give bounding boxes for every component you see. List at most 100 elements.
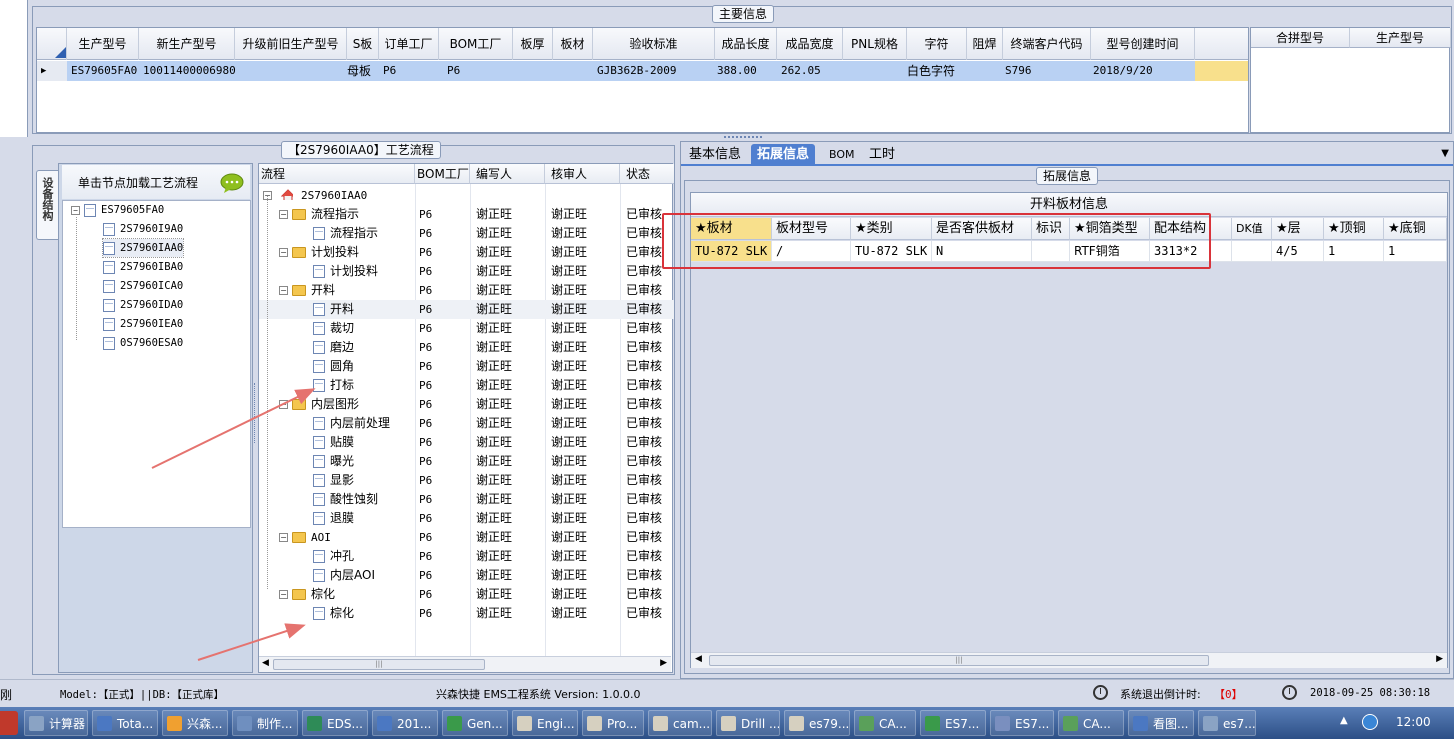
process-row[interactable]: 裁切 P6 谢正旺 谢正旺 已审核	[259, 319, 674, 338]
cell-new-model[interactable]: 10011400006980	[139, 61, 236, 81]
process-row[interactable]: − AOI P6 谢正旺 谢正旺 已审核	[259, 528, 674, 547]
tree-node[interactable]: 2S7960IEA0	[103, 315, 183, 333]
cell-standard[interactable]: GJB362B-2009	[593, 61, 676, 81]
process-row[interactable]: − 棕化 P6 谢正旺 谢正旺 已审核	[259, 585, 674, 604]
scroll-thumb[interactable]: |||	[709, 655, 1209, 666]
col-header[interactable]: 订单工厂	[379, 28, 439, 60]
tab-extended-info[interactable]: 拓展信息	[751, 144, 816, 166]
process-row[interactable]: − 流程指示 P6 谢正旺 谢正旺 已审核	[259, 205, 674, 224]
taskbar-app[interactable]: es7...	[1198, 710, 1256, 736]
process-row[interactable]: 流程指示 P6 谢正旺 谢正旺 已审核	[259, 224, 674, 243]
process-row[interactable]: 冲孔 P6 谢正旺 谢正旺 已审核	[259, 547, 674, 566]
process-row[interactable]: 贴膜 P6 谢正旺 谢正旺 已审核	[259, 433, 674, 452]
col-header[interactable]: 板材	[553, 28, 593, 60]
process-row[interactable]: − 计划投料 P6 谢正旺 谢正旺 已审核	[259, 243, 674, 262]
board-info-grid[interactable]: ★板材 板材型号 ★类别 是否客供板材 标识 ★铜箔类型 配本结构 DK值 ★层 ★顶铜 ★底铜 T…	[691, 218, 1447, 652]
process-row[interactable]: 打标 P6 谢正旺 谢正旺 已审核	[259, 376, 674, 395]
col-header[interactable]: 核审人	[545, 164, 620, 184]
taskbar-app[interactable]: CA...	[854, 710, 916, 736]
tab-dropdown-icon[interactable]: ▼	[1441, 148, 1449, 159]
pane-grip[interactable]	[724, 136, 762, 141]
taskbar-app[interactable]: CA...	[1058, 710, 1124, 736]
col-header[interactable]: 升级前旧生产型号	[235, 28, 347, 60]
col-header[interactable]: 编写人	[470, 164, 545, 184]
main-info-grid[interactable]: 生产型号 新生产型号 升级前旧生产型号 S板 订单工厂 BOM工厂 板厚 板材 …	[36, 27, 1249, 133]
tab-bom[interactable]: BOM	[823, 144, 861, 166]
taskbar-app[interactable]: 制作...	[232, 710, 298, 736]
process-row[interactable]: 磨边 P6 谢正旺 谢正旺 已审核	[259, 338, 674, 357]
scroll-thumb[interactable]: |||	[273, 659, 485, 670]
col-header[interactable]: ★顶铜	[1324, 218, 1384, 240]
board-cell[interactable]: 1	[1384, 241, 1447, 262]
tree-node[interactable]: 2S7960IBA0	[103, 258, 183, 276]
board-cell[interactable]: 1	[1324, 241, 1384, 262]
process-grid[interactable]: 流程 BOM工厂 编写人 核审人 状态 − 2S7960IAA0 − 流程指示 P6…	[258, 163, 674, 673]
tree-node[interactable]: 0S7960ESA0	[103, 334, 183, 352]
col-header[interactable]: 生产型号	[67, 28, 139, 60]
cell-s-board[interactable]: 母板	[343, 61, 371, 81]
taskbar-app[interactable]: Gen...	[442, 710, 508, 736]
merge-grid[interactable]: 合拼型号 生产型号	[1250, 27, 1451, 133]
start-button[interactable]	[0, 711, 18, 735]
cell-order-factory[interactable]: P6	[379, 61, 396, 81]
taskbar-app[interactable]: Tota...	[92, 710, 158, 736]
process-row[interactable]: 棕化 P6 谢正旺 谢正旺 已审核	[259, 604, 674, 623]
col-header[interactable]: 字符	[907, 28, 967, 60]
horizontal-scrollbar[interactable]: ◀ ||| ▶	[691, 652, 1447, 668]
col-header[interactable]: 新生产型号	[139, 28, 235, 60]
process-row[interactable]: 内层AOI P6 谢正旺 谢正旺 已审核	[259, 566, 674, 585]
process-row[interactable]: 圆角 P6 谢正旺 谢正旺 已审核	[259, 357, 674, 376]
col-header[interactable]: DK值	[1232, 218, 1272, 240]
col-header[interactable]: BOM工厂	[439, 28, 513, 60]
taskbar-app[interactable]: 兴森...	[162, 710, 228, 736]
network-icon[interactable]	[1362, 714, 1378, 730]
taskbar-app[interactable]: cam...	[648, 710, 712, 736]
taskbar-app[interactable]: Drill ...	[716, 710, 780, 736]
cell-prod-model[interactable]: ES79605FA0	[67, 61, 137, 81]
col-header[interactable]: 终端客户代码	[1003, 28, 1091, 60]
col-header[interactable]: BOM工厂	[415, 164, 470, 184]
process-row[interactable]: 开料 P6 谢正旺 谢正旺 已审核	[259, 300, 674, 319]
taskbar-app[interactable]: ES7...	[920, 710, 986, 736]
scroll-left-icon[interactable]: ◀	[695, 654, 702, 664]
taskbar-clock[interactable]: 12:00	[1396, 715, 1431, 729]
col-header[interactable]: ★层	[1272, 218, 1324, 240]
cell-bom-factory[interactable]: P6	[443, 61, 460, 81]
board-cell[interactable]	[1232, 241, 1272, 262]
structure-tree[interactable]: − ES79605FA0 2S7960I9A0 2S7960IAA0 2S7960IB…	[62, 200, 251, 528]
table-row[interactable]: ▶ ES79605FA0 10011400006980 母板 P6 P6 GJB…	[37, 61, 1248, 81]
process-row[interactable]: 曝光 P6 谢正旺 谢正旺 已审核	[259, 452, 674, 471]
taskbar-app[interactable]: EDS...	[302, 710, 368, 736]
col-header[interactable]: 成品长度	[715, 28, 777, 60]
tray-expand-icon[interactable]: ▲	[1340, 715, 1348, 726]
col-header[interactable]: PNL规格	[843, 28, 907, 60]
cell-created[interactable]: 2018/9/20	[1089, 61, 1153, 81]
col-header[interactable]: 状态	[620, 164, 674, 184]
col-header[interactable]: 合拼型号	[1251, 28, 1350, 48]
scroll-left-icon[interactable]: ◀	[262, 658, 269, 668]
col-header[interactable]: 型号创建时间	[1091, 28, 1195, 60]
process-row[interactable]: 计划投料 P6 谢正旺 谢正旺 已审核	[259, 262, 674, 281]
cell-length[interactable]: 388.00	[713, 61, 757, 81]
col-header[interactable]: 流程	[259, 164, 415, 184]
col-header[interactable]: 生产型号	[1350, 28, 1451, 48]
tree-node[interactable]: 2S7960I9A0	[103, 220, 183, 238]
tree-node[interactable]: 2S7960ICA0	[103, 277, 183, 295]
col-header[interactable]: 板厚	[513, 28, 553, 60]
process-row[interactable]: 酸性蚀刻 P6 谢正旺 谢正旺 已审核	[259, 490, 674, 509]
col-header[interactable]: S板	[347, 28, 379, 60]
process-row[interactable]: 退膜 P6 谢正旺 谢正旺 已审核	[259, 509, 674, 528]
taskbar-app[interactable]: es79...	[784, 710, 850, 736]
col-header[interactable]: 阻焊	[967, 28, 1003, 60]
scroll-right-icon[interactable]: ▶	[660, 658, 667, 668]
tab-work-hours[interactable]: 工时	[863, 144, 901, 166]
process-row[interactable]: 内层前处理 P6 谢正旺 谢正旺 已审核	[259, 414, 674, 433]
taskbar-app[interactable]: 看图...	[1128, 710, 1194, 736]
taskbar-app[interactable]: ES7...	[990, 710, 1054, 736]
horizontal-scrollbar[interactable]: ◀ ||| ▶	[259, 656, 671, 672]
taskbar-app[interactable]: 计算器	[24, 710, 88, 736]
cell-width[interactable]: 262.05	[777, 61, 821, 81]
tab-basic-info[interactable]: 基本信息	[683, 144, 747, 166]
device-structure-tab[interactable]: 设备结构	[36, 170, 58, 240]
process-row[interactable]: − 开料 P6 谢正旺 谢正旺 已审核	[259, 281, 674, 300]
